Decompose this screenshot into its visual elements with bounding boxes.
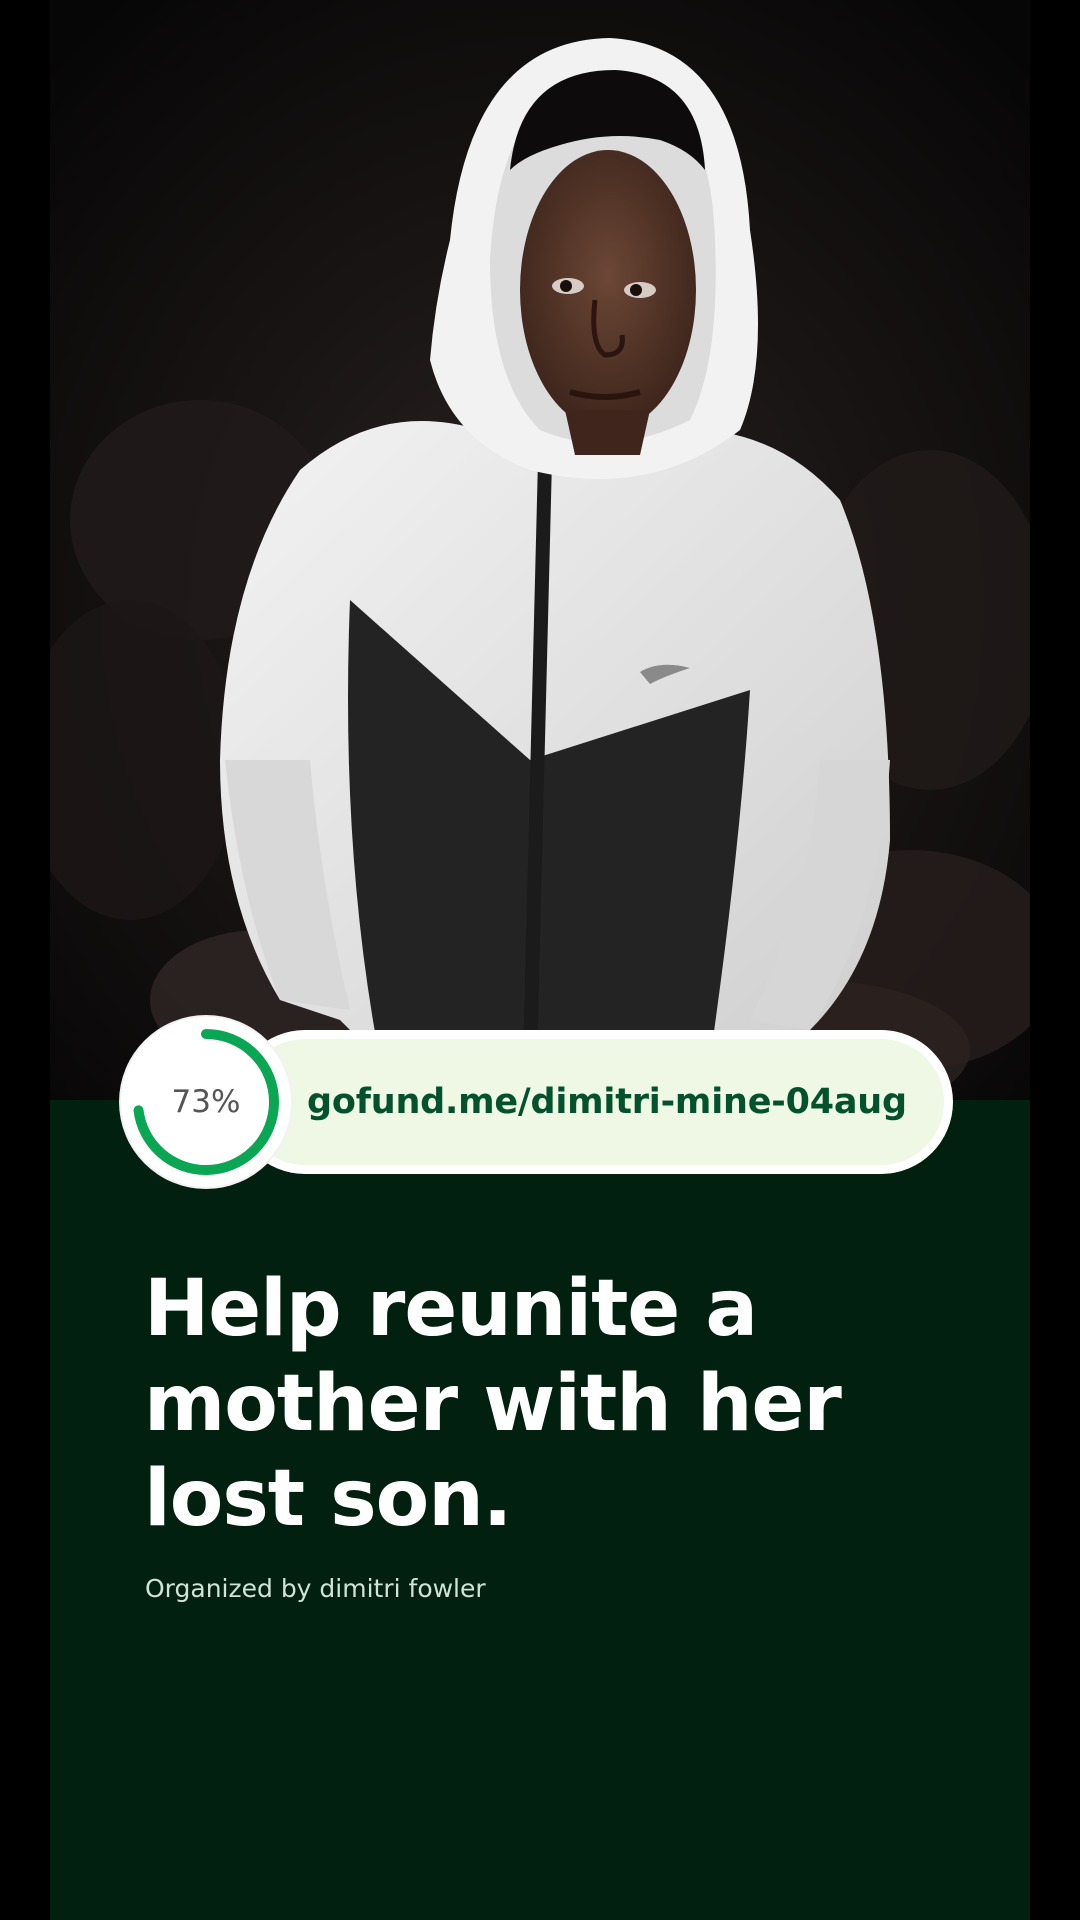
- progress-ring-icon: 73%: [121, 1017, 291, 1187]
- organizer-text: Organized by dimitri fowler: [145, 1574, 486, 1603]
- campaign-card: gofund.me/dimitri-mine-04aug 73% Help re…: [50, 0, 1030, 1920]
- photo-illustration: [50, 0, 1030, 1100]
- progress-percent: 73%: [171, 1084, 241, 1120]
- campaign-title: Help reunite a mother with her lost son.: [144, 1264, 842, 1544]
- campaign-url[interactable]: gofund.me/dimitri-mine-04aug: [307, 1030, 907, 1174]
- campaign-photo: [50, 0, 1030, 1100]
- donation-progress[interactable]: gofund.me/dimitri-mine-04aug 73%: [121, 1017, 953, 1187]
